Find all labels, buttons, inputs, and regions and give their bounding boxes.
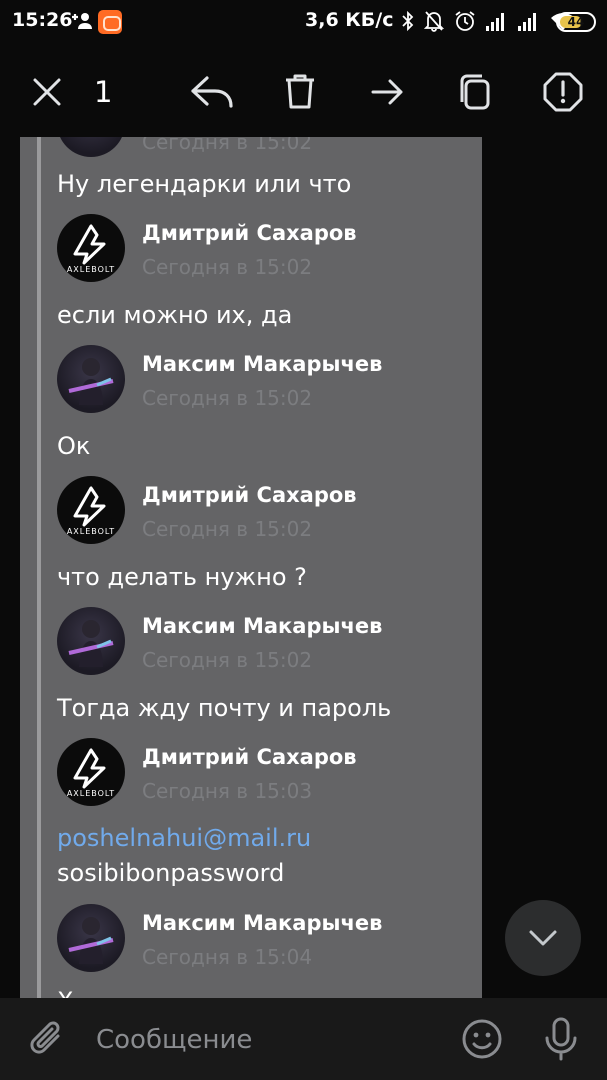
message-author: AXLEBOLT Дмитрий Сахаров Сегодня в 15:03	[57, 738, 477, 808]
forward-arrow-icon	[371, 79, 403, 105]
message-text: если можно их, да	[57, 301, 293, 329]
delete-button[interactable]	[276, 68, 324, 116]
message-composer: Сообщение	[0, 998, 607, 1080]
avatar[interactable]	[57, 345, 125, 413]
message-time: Сегодня в 15:02	[142, 255, 313, 279]
reply-icon	[191, 76, 233, 108]
status-time: 15:26	[12, 9, 73, 31]
author-name[interactable]: Дмитрий Сахаров	[142, 483, 357, 507]
axlebolt-logo-icon: AXLEBOLT	[67, 486, 115, 536]
message-time: Сегодня в 15:02	[142, 648, 313, 672]
copy-button[interactable]	[451, 68, 499, 116]
smiley-icon	[462, 1019, 502, 1059]
message-author: AXLEBOLT Дмитрий Сахаров Сегодня в 15:02	[57, 214, 477, 284]
reply-button[interactable]	[188, 68, 236, 116]
microphone-icon	[545, 1017, 577, 1061]
selected-count: 1	[94, 75, 113, 109]
message-time: Сегодня в 15:02	[142, 517, 313, 541]
author-name[interactable]: Максим Макарычев	[142, 352, 382, 376]
mute-bell-icon	[424, 11, 444, 32]
message-text: Ну легендарки или что	[57, 170, 352, 198]
report-button[interactable]	[539, 68, 587, 116]
close-icon	[33, 78, 61, 106]
message-author: Сегодня в 15:02	[57, 137, 477, 159]
selection-toolbar: 1	[0, 44, 607, 137]
scroll-down-button[interactable]	[505, 900, 581, 976]
avatar[interactable]: AXLEBOLT	[57, 214, 125, 282]
network-speed: 3,6 КБ/с	[305, 9, 394, 31]
emoji-button[interactable]	[458, 1015, 506, 1063]
battery-level: 44	[567, 15, 585, 29]
svg-text:AXLEBOLT: AXLEBOLT	[67, 789, 115, 798]
user-photo-icon	[68, 358, 114, 405]
battery-icon: 44	[556, 12, 596, 32]
message-time: Сегодня в 15:02	[142, 386, 313, 410]
message-text: что делать нужно ?	[57, 563, 307, 591]
user-photo-icon	[68, 917, 114, 964]
author-name[interactable]: Максим Макарычев	[142, 614, 382, 638]
message-author: Максим Макарычев Сегодня в 15:04	[57, 904, 477, 974]
avatar[interactable]	[57, 904, 125, 972]
signal-icon	[486, 13, 504, 31]
bluetooth-icon	[402, 10, 414, 32]
message-time: Сегодня в 15:04	[142, 945, 313, 969]
report-icon	[543, 72, 583, 112]
message-text: Тогда жду почту и пароль	[57, 694, 392, 722]
author-name[interactable]: Дмитрий Сахаров	[142, 745, 357, 769]
message-text: Ок	[57, 432, 91, 460]
message-time: Сегодня в 15:03	[142, 779, 313, 803]
trash-icon	[286, 74, 314, 109]
signal-icon	[518, 13, 536, 31]
axlebolt-logo-icon: AXLEBOLT	[67, 224, 115, 274]
forward-button[interactable]	[364, 68, 412, 116]
paperclip-icon	[30, 1021, 60, 1054]
chevron-down-icon	[529, 930, 557, 946]
message-input[interactable]: Сообщение	[96, 1025, 252, 1055]
svg-text:AXLEBOLT: AXLEBOLT	[67, 265, 115, 274]
user-photo-icon	[68, 620, 114, 667]
author-name[interactable]: Дмитрий Сахаров	[142, 221, 357, 245]
message-author: AXLEBOLT Дмитрий Сахаров Сегодня в 15:02	[57, 476, 477, 546]
axlebolt-logo-icon: AXLEBOLT	[67, 748, 115, 798]
message-author: Максим Макарычев Сегодня в 15:02	[57, 345, 477, 415]
attach-button[interactable]	[24, 1015, 72, 1063]
svg-text:AXLEBOLT: AXLEBOLT	[67, 527, 115, 536]
avatar[interactable]	[57, 137, 125, 157]
chat-area[interactable]: Сегодня в 15:02 Ну легендарки или что AX…	[0, 137, 607, 998]
status-icons	[402, 10, 576, 32]
avatar[interactable]	[57, 607, 125, 675]
copy-icon	[460, 74, 490, 110]
alarm-icon	[455, 11, 475, 31]
voice-button[interactable]	[537, 1015, 585, 1063]
message-text: sosibibonpassword	[57, 859, 285, 887]
avatar[interactable]: AXLEBOLT	[57, 738, 125, 806]
avatar[interactable]: AXLEBOLT	[57, 476, 125, 544]
email-link[interactable]: poshelnahui@mail.ru	[57, 824, 311, 852]
message-time: Сегодня в 15:02	[142, 137, 313, 154]
status-bar: 15:26 3,6 КБ/с 44	[0, 0, 607, 44]
message-author: Максим Макарычев Сегодня в 15:02	[57, 607, 477, 677]
add-user-icon	[70, 11, 94, 35]
author-name[interactable]: Максим Макарычев	[142, 911, 382, 935]
close-button[interactable]	[23, 68, 71, 116]
forwarded-quote-line	[37, 137, 41, 998]
message-text: Х	[57, 987, 73, 998]
app-notification-icon	[98, 10, 122, 34]
